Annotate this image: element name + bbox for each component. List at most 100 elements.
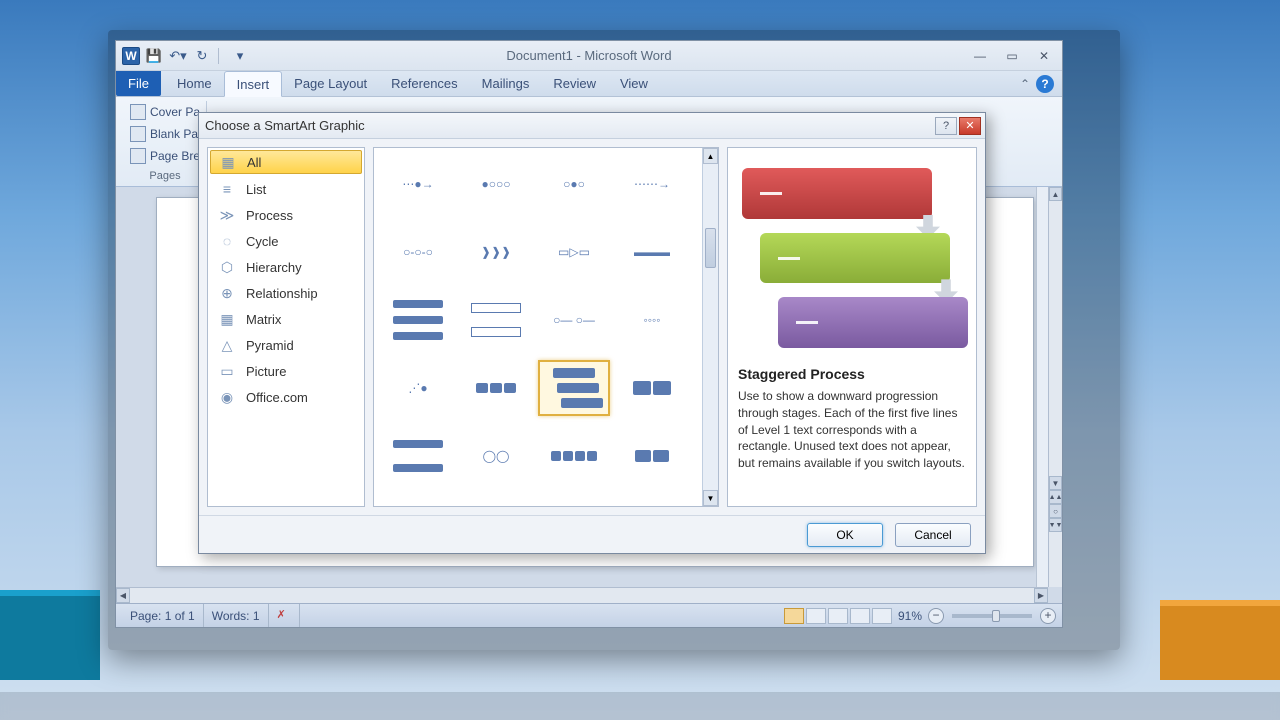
layout-thumb[interactable]: ○— ○— [538,292,610,348]
blank-page-button[interactable]: Blank Pa [130,123,200,145]
prev-page-button[interactable]: ▲▲ [1049,490,1062,504]
proofing-status[interactable] [269,604,300,627]
tab-review[interactable]: Review [541,71,608,96]
preview-block-3 [778,297,968,348]
help-icon[interactable]: ? [1036,75,1054,93]
ribbon-minimize-icon[interactable]: ⌃ [1020,77,1030,91]
zoom-out-button[interactable]: − [928,608,944,624]
zoom-thumb[interactable] [992,610,1000,622]
ok-button[interactable]: OK [807,523,883,547]
minimize-button[interactable]: — [968,47,992,65]
cover-page-icon [130,104,146,120]
zoom-level[interactable]: 91% [898,609,922,623]
category-all[interactable]: ▦All [210,150,362,174]
layout-thumb[interactable]: ▬▬▬ [616,224,688,280]
layout-thumb[interactable] [616,428,688,484]
layout-thumb[interactable]: ●●● [460,496,532,507]
layout-thumb[interactable]: ▭→ [616,496,688,507]
outline-view[interactable] [850,608,870,624]
layout-thumb[interactable] [616,360,688,416]
tab-view[interactable]: View [608,71,660,96]
title-bar[interactable]: W 💾 ↶▾ ↻ ▾ Document1 - Microsoft Word — … [116,41,1062,71]
list-icon: ≡ [218,181,236,197]
horizontal-scrollbar[interactable]: ◀ ▶ [116,587,1048,603]
layout-thumb[interactable] [538,428,610,484]
dialog-buttons: OK Cancel [199,515,985,553]
layout-thumb[interactable] [382,428,454,484]
layout-thumb[interactable]: ⋯⋯→ [616,156,688,212]
gallery-scroll-down[interactable]: ▼ [703,490,718,506]
next-page-button[interactable]: ▼▼ [1049,518,1062,532]
redo-button[interactable]: ↻ [192,46,212,66]
undo-button[interactable]: ↶▾ [168,46,188,66]
category-list: ▦All ≡List ≫Process ◌Cycle ⬡Hierarchy ⊕R… [207,147,365,507]
close-button[interactable]: ✕ [1032,47,1056,65]
category-list[interactable]: ≡List [208,176,364,202]
category-relationship[interactable]: ⊕Relationship [208,280,364,306]
layout-thumb[interactable]: ▫▫▫ [538,496,610,507]
category-pyramid[interactable]: △Pyramid [208,332,364,358]
ribbon-group-pages: Cover Pa Blank Pa Page Bre Pages [124,101,207,184]
gallery-scroll-up[interactable]: ▲ [703,148,718,164]
qat-customize[interactable]: ▾ [230,46,250,66]
category-office[interactable]: ◉Office.com [208,384,364,410]
category-process[interactable]: ≫Process [208,202,364,228]
gallery-scroll-thumb[interactable] [705,228,716,268]
category-matrix[interactable]: ▦Matrix [208,306,364,332]
layout-thumb[interactable]: ○●○ [538,156,610,212]
zoom-slider[interactable] [952,614,1032,618]
layout-thumb[interactable] [382,292,454,348]
scroll-down-arrow[interactable]: ▼ [1049,476,1062,490]
layout-thumb[interactable] [460,360,532,416]
zoom-in-button[interactable]: + [1040,608,1056,624]
layout-thumb[interactable] [460,292,532,348]
browse-object-button[interactable]: ○ [1049,504,1062,518]
tab-insert[interactable]: Insert [224,71,283,97]
scroll-up-arrow[interactable]: ▲ [1049,187,1062,201]
dialog-close-button[interactable]: ✕ [959,117,981,135]
layout-thumb[interactable]: ◦◦◦◦ [616,292,688,348]
vertical-scrollbar[interactable]: ▲ ▼ ▲▲ ○ ▼▼ [1048,187,1062,587]
save-button[interactable]: 💾 [144,46,164,66]
layout-thumb[interactable]: ⋰● [382,360,454,416]
cycle-icon: ◌ [218,233,236,249]
ribbon-tabs: File Home Insert Page Layout References … [116,71,1062,97]
preview-block-2 [760,233,950,284]
words-status[interactable]: Words: 1 [204,604,269,627]
category-cycle[interactable]: ◌Cycle [208,228,364,254]
tab-file[interactable]: File [116,71,161,96]
tab-page-layout[interactable]: Page Layout [282,71,379,96]
maximize-button[interactable]: ▭ [1000,47,1024,65]
category-all-label: All [247,155,261,170]
draft-view[interactable] [872,608,892,624]
layout-thumb[interactable]: ●○○○ [460,156,532,212]
page-break-button[interactable]: Page Bre [130,145,200,167]
page-status[interactable]: Page: 1 of 1 [122,604,204,627]
dialog-title-bar[interactable]: Choose a SmartArt Graphic ? ✕ [199,113,985,139]
tab-mailings[interactable]: Mailings [470,71,542,96]
full-screen-view[interactable] [806,608,826,624]
layout-thumb[interactable]: ❱❱❱ [460,224,532,280]
print-layout-view[interactable] [784,608,804,624]
category-hierarchy[interactable]: ⬡Hierarchy [208,254,364,280]
category-picture[interactable]: ▭Picture [208,358,364,384]
category-matrix-label: Matrix [246,312,281,327]
tab-references[interactable]: References [379,71,469,96]
scroll-right-arrow[interactable]: ▶ [1034,588,1048,603]
layout-thumb[interactable]: ○-○-○ [382,224,454,280]
desktop-decoration [0,590,100,680]
gallery-scrollbar[interactable]: ▲ ▼ [702,148,718,506]
scroll-left-arrow[interactable]: ◀ [116,588,130,603]
taskbar[interactable] [0,692,1280,720]
layout-thumb[interactable]: ⋯●→ [382,156,454,212]
cover-page-button[interactable]: Cover Pa [130,101,200,123]
layout-thumb-selected[interactable] [538,360,610,416]
cancel-button[interactable]: Cancel [895,523,971,547]
dialog-help-button[interactable]: ? [935,117,957,135]
layout-thumb[interactable]: ▭▷▭ [538,224,610,280]
hscroll-track[interactable] [130,588,1034,603]
layout-thumb[interactable]: ◯◯ [460,428,532,484]
web-layout-view[interactable] [828,608,848,624]
layout-thumb[interactable] [382,496,454,507]
tab-home[interactable]: Home [165,71,224,96]
